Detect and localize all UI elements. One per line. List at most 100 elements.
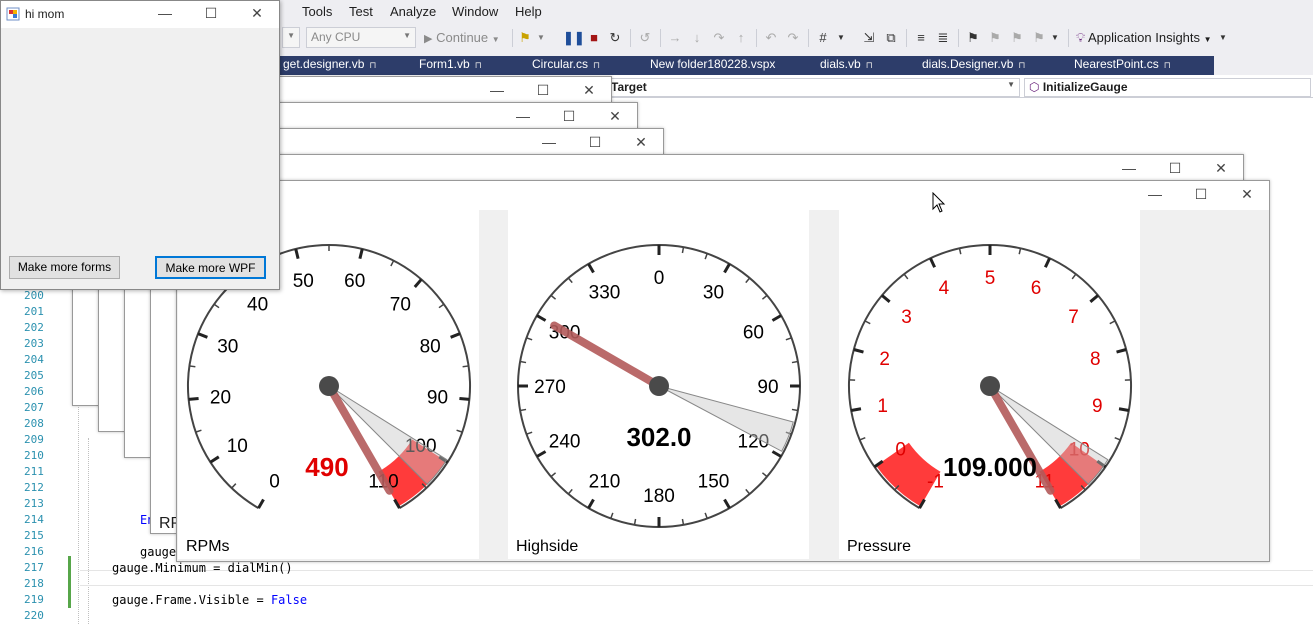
menu-window[interactable]: Window: [452, 4, 498, 19]
next-bookmark-icon[interactable]: ⚑: [1008, 28, 1026, 48]
clear-bookmarks-icon[interactable]: ⚑: [1030, 28, 1048, 48]
chevron-down-icon[interactable]: ▼: [1050, 28, 1060, 48]
close-icon[interactable]: ✕: [1224, 181, 1270, 209]
tab-form1[interactable]: Form1.vb ⊓: [419, 57, 482, 75]
type-label: Target: [611, 80, 647, 94]
chevron-down-icon[interactable]: ▼: [536, 28, 546, 48]
hi-mom-window[interactable]: hi mom — ☐ ✕ Make more forms Make more W…: [0, 0, 280, 290]
comment-icon[interactable]: ≡: [912, 28, 930, 48]
pin-icon[interactable]: ⊓: [1018, 60, 1025, 70]
tick-label: 5: [985, 268, 996, 289]
menu-analyze[interactable]: Analyze: [390, 4, 436, 19]
chevron-down-icon: ▼: [403, 31, 411, 40]
type-combo[interactable]: Target ▼: [606, 78, 1020, 97]
tick-label: -1: [927, 471, 944, 492]
tab-get-designer[interactable]: get.designer.vb ⊓: [283, 57, 376, 75]
minimize-icon[interactable]: —: [526, 129, 572, 157]
minimize-icon[interactable]: —: [500, 103, 546, 131]
tick-label: 30: [703, 283, 724, 304]
close-icon[interactable]: ✕: [1198, 155, 1244, 183]
major-tick: [358, 248, 364, 260]
continue-button[interactable]: ▶ Continue ▼: [424, 28, 510, 48]
readout-value: 302.0: [626, 422, 691, 452]
pause-icon[interactable]: ❚❚: [563, 28, 585, 48]
minor-tick: [903, 273, 909, 280]
tab-nearest-point[interactable]: NearestPoint.cs ⊓: [1074, 57, 1171, 75]
major-tick: [257, 498, 265, 509]
hot-reload-icon[interactable]: ↺: [636, 28, 654, 48]
tick-label: 70: [390, 295, 411, 316]
prev-bookmark-icon[interactable]: ⚑: [986, 28, 1004, 48]
menu-tools[interactable]: Tools: [302, 4, 332, 19]
tab-dials-designer[interactable]: dials.Designer.vb ⊓: [922, 57, 1025, 75]
chevron-down-icon: ▼: [1007, 80, 1015, 89]
step-into-icon[interactable]: ↓: [688, 28, 706, 48]
line-number: 203: [24, 337, 44, 350]
debug-target-icon[interactable]: ⚑: [516, 28, 534, 48]
maximize-icon[interactable]: ☐: [1178, 181, 1224, 209]
make-more-forms-button[interactable]: Make more forms: [9, 256, 120, 279]
minimize-icon[interactable]: —: [1132, 181, 1178, 209]
major-tick: [209, 455, 220, 464]
maximize-icon[interactable]: ☐: [572, 129, 618, 157]
maximize-icon[interactable]: ☐: [188, 0, 234, 28]
make-more-wpf-button[interactable]: Make more WPF: [155, 256, 266, 279]
maximize-icon[interactable]: ☐: [520, 77, 566, 105]
minor-tick: [681, 518, 685, 525]
minor-tick: [390, 260, 395, 267]
app-insights-button[interactable]: 💡︎ Application Insights ▼: [1076, 28, 1216, 48]
line-number: 201: [24, 305, 44, 318]
line-number: 213: [24, 497, 44, 510]
stack-frame-icon[interactable]: ⧉: [882, 28, 900, 48]
menu-help[interactable]: Help: [515, 4, 542, 19]
pin-icon[interactable]: ⊓: [369, 60, 376, 70]
uncomment-icon[interactable]: ≣: [934, 28, 952, 48]
tick-label: 6: [1031, 278, 1042, 299]
close-icon[interactable]: ✕: [592, 103, 638, 131]
show-next-statement-icon[interactable]: →: [666, 28, 684, 48]
thread-icon[interactable]: ⇲: [860, 28, 878, 48]
pin-icon[interactable]: ⊓: [593, 60, 600, 70]
close-icon[interactable]: ✕: [566, 77, 612, 105]
tab-new-folder[interactable]: New folder180228.vspx: [650, 57, 775, 75]
line-number: 212: [24, 481, 44, 494]
chevron-down-icon[interactable]: ▼: [1218, 28, 1228, 48]
minimize-icon[interactable]: —: [474, 77, 520, 105]
separator: [512, 29, 513, 47]
code-fragment: gauge: [140, 545, 177, 559]
step-out-icon[interactable]: ↑: [732, 28, 750, 48]
minimize-icon[interactable]: —: [142, 0, 188, 28]
menu-test[interactable]: Test: [349, 4, 373, 19]
tab-circular[interactable]: Circular.cs ⊓: [532, 57, 600, 75]
tab-label: NearestPoint.cs: [1074, 57, 1159, 71]
title-bar[interactable]: [177, 181, 1269, 210]
bookmark-icon[interactable]: ⚑: [964, 28, 982, 48]
platform-combo[interactable]: Any CPU ▼: [306, 27, 416, 48]
pin-icon[interactable]: ⊓: [1164, 60, 1171, 70]
pin-icon[interactable]: ⊓: [866, 60, 873, 70]
maximize-icon[interactable]: ☐: [546, 103, 592, 131]
maximize-icon[interactable]: ☐: [1152, 155, 1198, 183]
readout-value: 490: [305, 452, 348, 482]
member-combo[interactable]: ⬡ InitializeGauge: [1024, 78, 1311, 97]
tick-label: 4: [939, 278, 950, 299]
hex-display-icon[interactable]: #: [814, 28, 832, 48]
step-over-icon[interactable]: ↷: [710, 28, 728, 48]
tab-dials[interactable]: dials.vb ⊓: [820, 57, 873, 75]
restart-icon[interactable]: ↻: [606, 28, 624, 48]
config-combo[interactable]: ▼: [282, 27, 300, 48]
tick-label: 90: [757, 377, 778, 398]
minimize-icon[interactable]: —: [1106, 155, 1152, 183]
chevron-down-icon[interactable]: ▼: [836, 28, 846, 48]
tick-label: 7: [1068, 307, 1079, 328]
redo-icon[interactable]: ↷: [784, 28, 802, 48]
close-icon[interactable]: ✕: [234, 0, 280, 28]
title-bar[interactable]: hi mom — ☐ ✕: [1, 1, 279, 28]
undo-icon[interactable]: ↶: [762, 28, 780, 48]
close-icon[interactable]: ✕: [618, 129, 664, 157]
stop-icon[interactable]: ■: [585, 28, 603, 48]
minor-tick: [958, 248, 962, 255]
pin-icon[interactable]: ⊓: [475, 60, 482, 70]
gauge-caption: RPMs: [186, 538, 230, 555]
minor-tick: [761, 294, 768, 300]
